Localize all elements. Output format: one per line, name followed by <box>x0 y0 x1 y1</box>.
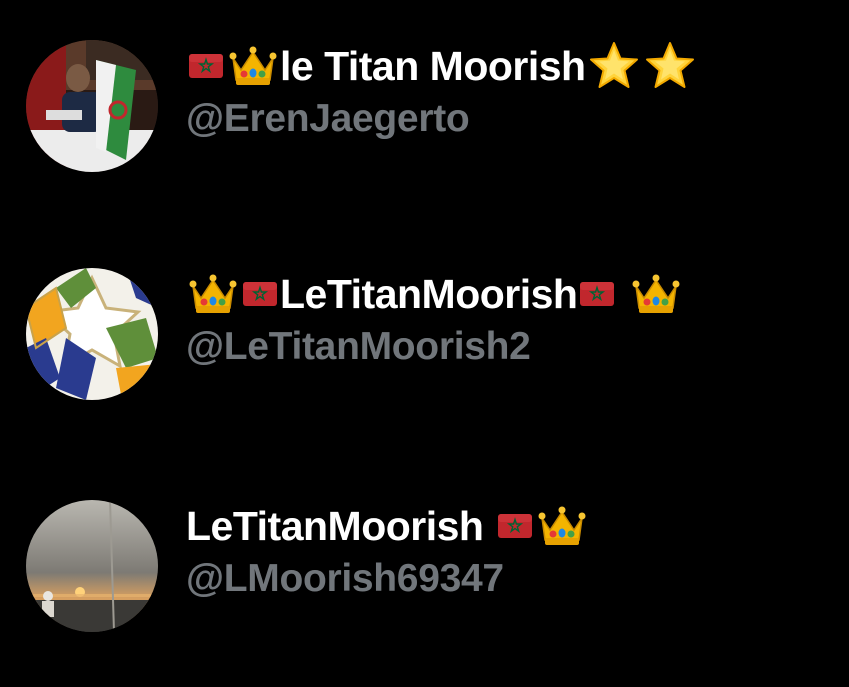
account-row[interactable]: LeTitanMoorish @LMoorish69347 <box>26 500 826 632</box>
avatar-image <box>26 40 158 172</box>
account-row[interactable]: le Titan Moorish @ErenJaegerto <box>26 40 826 172</box>
star-icon <box>643 41 697 91</box>
crown-icon <box>187 272 239 316</box>
username-handle: @LMoorish69347 <box>186 557 504 600</box>
avatar[interactable] <box>26 268 158 400</box>
avatar[interactable] <box>26 40 158 172</box>
avatar[interactable] <box>26 500 158 632</box>
crown-icon <box>630 272 682 316</box>
display-name: le Titan Moorish <box>280 43 586 89</box>
morocco-flag-icon <box>579 281 615 307</box>
display-name: LeTitanMoorish <box>186 503 484 549</box>
avatar-image <box>26 500 158 632</box>
morocco-flag-icon <box>242 281 278 307</box>
morocco-flag-icon <box>188 53 224 79</box>
crown-icon <box>536 504 588 548</box>
display-name: LeTitanMoorish <box>280 271 578 317</box>
username-handle: @ErenJaegerto <box>186 97 470 140</box>
star-icon <box>587 41 641 91</box>
account-row[interactable]: LeTitanMoorish @LeTitanMoorish2 <box>26 268 826 400</box>
crown-icon <box>227 44 279 88</box>
username-handle: @LeTitanMoorish2 <box>186 325 531 368</box>
avatar-image <box>26 268 158 400</box>
morocco-flag-icon <box>497 513 533 539</box>
